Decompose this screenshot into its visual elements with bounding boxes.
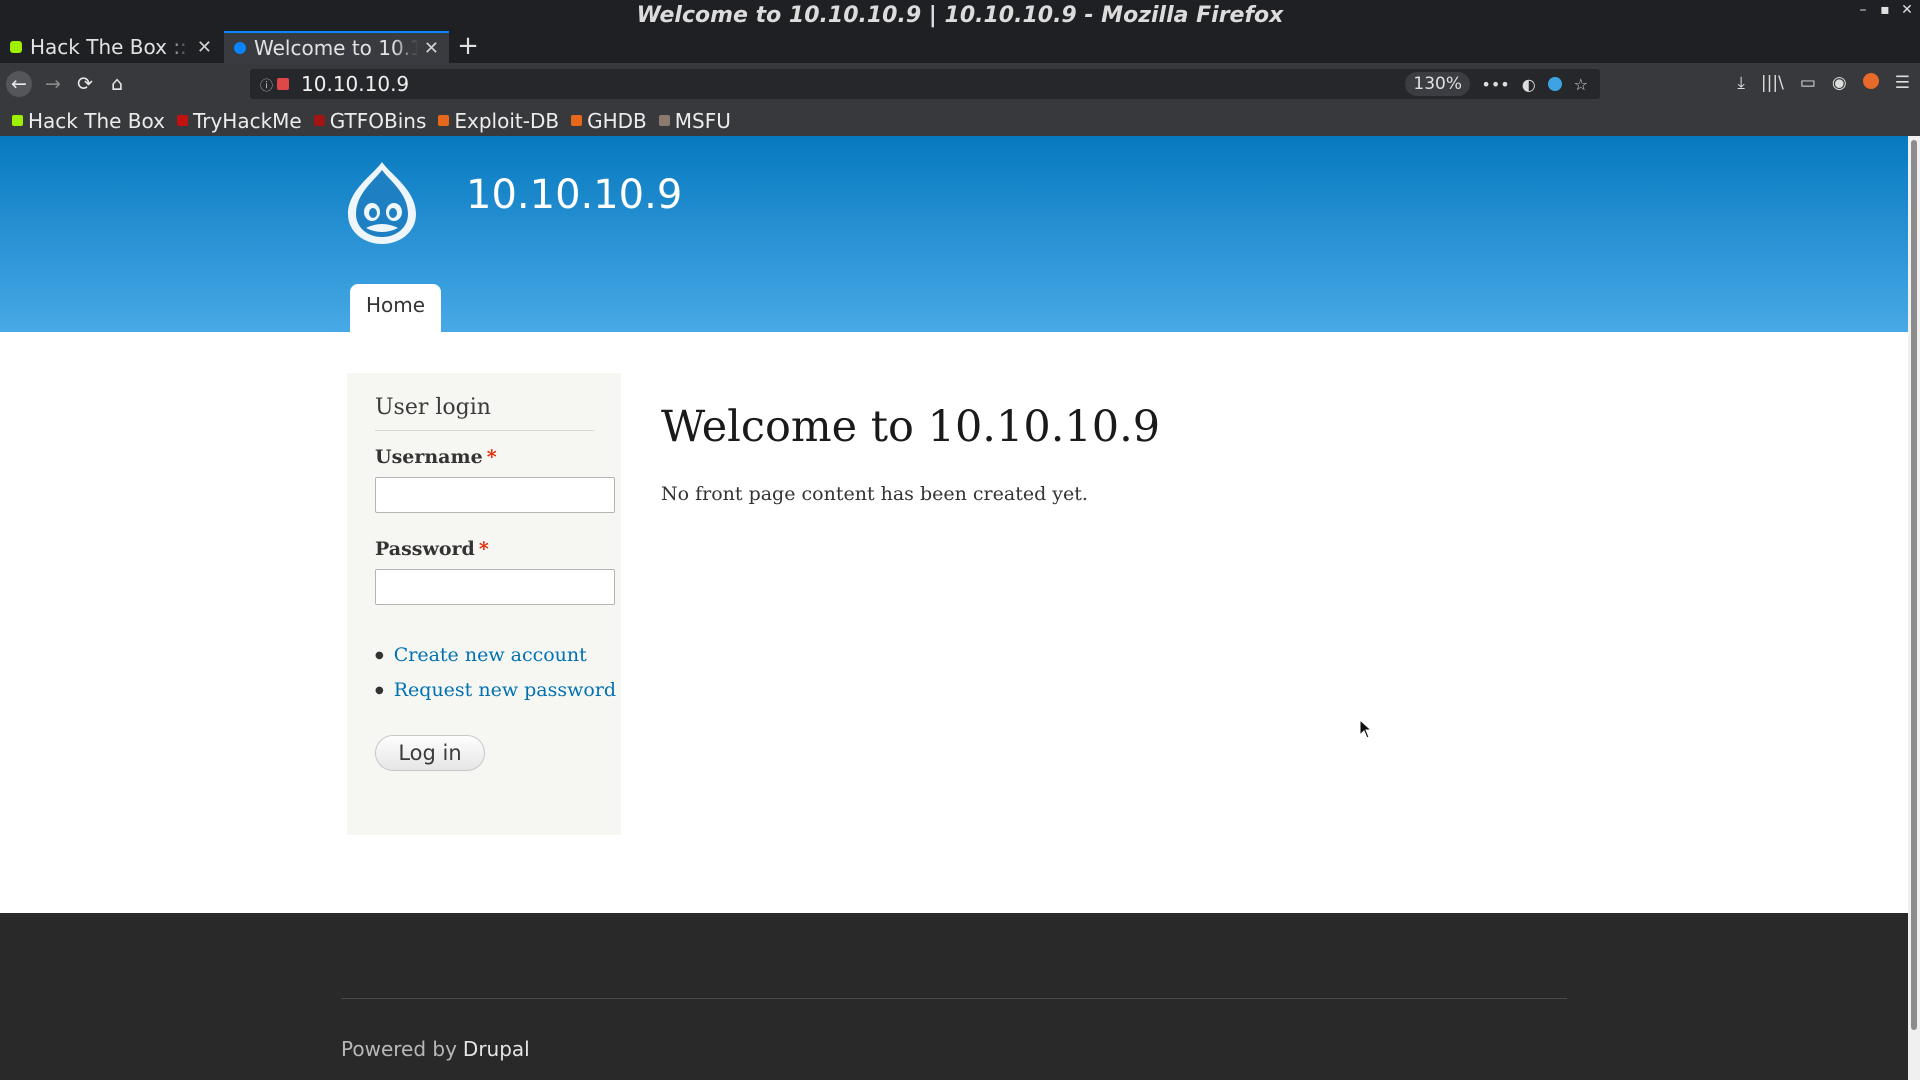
urlbar-actions: ••• ◐ ☆ xyxy=(1481,69,1588,99)
back-button[interactable]: ← xyxy=(6,71,32,97)
user-login-block: User login Username* Password* Create ne… xyxy=(347,373,621,835)
home-button[interactable]: ⌂ xyxy=(104,71,130,97)
ghdb-icon xyxy=(571,115,583,126)
link-text[interactable]: Create new account xyxy=(394,638,587,673)
bookmark-label: Exploit-DB xyxy=(454,108,560,133)
tab-strip: Hack The Box :: M ✕ Welcome to 10.1 ✕ + xyxy=(0,31,1920,63)
bookmark-exploitdb[interactable]: Exploit-DB xyxy=(438,109,559,133)
library-icon[interactable]: |||\ xyxy=(1761,73,1784,93)
page-scrollbar[interactable] xyxy=(1908,136,1920,1080)
maximize-icon[interactable]: ▪ xyxy=(1878,2,1892,18)
drupal-extension-icon[interactable] xyxy=(1547,77,1562,91)
bookmark-label: TryHackMe xyxy=(192,108,302,133)
login-links: Create new account Request new password xyxy=(375,638,616,708)
required-marker: * xyxy=(478,538,489,560)
exploitdb-icon xyxy=(438,115,450,126)
bookmark-label: Hack The Box xyxy=(28,108,165,133)
page-actions-icon[interactable]: ••• xyxy=(1481,75,1509,94)
close-tab-icon[interactable]: ✕ xyxy=(424,38,439,59)
create-account-link[interactable]: Create new account xyxy=(375,638,616,673)
htb-favicon-icon xyxy=(10,41,22,53)
bookmark-label: GHDB xyxy=(587,108,647,133)
scrollbar-thumb[interactable] xyxy=(1911,140,1917,1030)
bookmark-tryhackme[interactable]: TryHackMe xyxy=(176,108,302,133)
tab-welcome[interactable]: Welcome to 10.1 ✕ xyxy=(224,31,449,63)
window-title: Welcome to 10.10.10.9 | 10.10.10.9 - Moz… xyxy=(636,3,1284,28)
powered-by: Powered by Drupal xyxy=(341,1037,530,1061)
close-window-icon[interactable]: ✕ xyxy=(1900,2,1914,18)
window-controls: – ▪ ✕ xyxy=(1856,2,1914,18)
new-tab-button[interactable]: + xyxy=(455,31,481,63)
toolbar-icons: ⤓ |||\ ▭ ◉ ☰ xyxy=(1737,73,1910,93)
tab-label: Welcome to 10.1 xyxy=(254,36,418,60)
page-title: Welcome to 10.10.10.9 xyxy=(661,402,1161,452)
pocket-icon[interactable]: ◐ xyxy=(1522,75,1536,94)
msfu-icon xyxy=(658,115,670,126)
sidebar-icon[interactable]: ▭ xyxy=(1800,73,1816,93)
account-icon[interactable]: ◉ xyxy=(1832,73,1847,93)
tab-home[interactable]: Home xyxy=(350,284,441,332)
username-input[interactable] xyxy=(375,477,615,513)
bookmark-msfu[interactable]: MSFU xyxy=(658,108,731,133)
site-footer: Powered by Drupal xyxy=(0,913,1908,1080)
close-tab-icon[interactable]: ✕ xyxy=(197,37,212,58)
forward-button[interactable]: → xyxy=(40,71,66,97)
minimize-icon[interactable]: – xyxy=(1856,2,1870,18)
block-title: User login xyxy=(375,395,594,431)
gtfobins-icon xyxy=(313,115,325,126)
request-password-link[interactable]: Request new password xyxy=(375,673,616,708)
menu-icon[interactable]: ☰ xyxy=(1895,73,1910,93)
bookmarks-bar: Hack The Box TryHackMe GTFOBins Exploit-… xyxy=(0,105,1920,136)
password-input[interactable] xyxy=(375,569,615,605)
download-icon[interactable]: ⤓ xyxy=(1737,73,1745,93)
required-marker: * xyxy=(486,446,497,468)
mouse-cursor-icon xyxy=(1359,719,1373,739)
url-text[interactable]: 10.10.10.9 xyxy=(301,72,1405,96)
password-label-text: Password xyxy=(375,538,475,560)
site-name[interactable]: 10.10.10.9 xyxy=(466,172,682,218)
zoom-indicator[interactable]: 130% xyxy=(1405,72,1470,96)
bookmark-label: MSFU xyxy=(674,108,731,133)
powered-by-text: Powered by xyxy=(341,1037,457,1061)
bookmark-star-icon[interactable]: ☆ xyxy=(1574,75,1588,94)
foxyproxy-icon[interactable] xyxy=(1862,73,1879,89)
tab-hackthebox[interactable]: Hack The Box :: M ✕ xyxy=(0,31,222,63)
tab-label: Hack The Box :: M xyxy=(30,35,191,59)
insecure-lock-icon[interactable] xyxy=(277,78,290,90)
username-label-text: Username xyxy=(375,446,483,468)
page-viewport: 10.10.10.9 Home User login Username * Pas… xyxy=(0,136,1908,1080)
site-header: 10.10.10.9 Home xyxy=(0,136,1908,332)
username-label: Username * xyxy=(375,446,497,468)
footer-divider xyxy=(341,998,1567,999)
reload-button[interactable]: ⟳ xyxy=(72,71,98,97)
drupal-logo-icon[interactable] xyxy=(342,160,422,246)
drupal-favicon-icon xyxy=(234,42,246,54)
bookmark-ghdb[interactable]: GHDB xyxy=(571,109,647,133)
bookmark-hackthebox[interactable]: Hack The Box xyxy=(12,109,165,133)
thm-icon xyxy=(176,115,188,126)
drupal-link[interactable]: Drupal xyxy=(463,1037,530,1061)
nav-toolbar: ← → ⟳ ⌂ ⓘ 10.10.10.9 130% ••• ◐ ☆ ⤓ |||\… xyxy=(0,63,1920,105)
url-bar[interactable]: ⓘ 10.10.10.9 130% ••• ◐ ☆ xyxy=(250,69,1600,99)
window-titlebar: Welcome to 10.10.10.9 | 10.10.10.9 - Moz… xyxy=(0,0,1920,31)
htb-icon xyxy=(12,115,23,126)
link-text[interactable]: Request new password xyxy=(394,673,616,708)
bookmark-gtfobins[interactable]: GTFOBins xyxy=(313,108,427,133)
info-icon[interactable]: ⓘ xyxy=(260,75,273,94)
login-button[interactable]: Log in xyxy=(375,735,485,771)
bookmark-label: GTFOBins xyxy=(329,108,427,133)
password-label: Password * xyxy=(375,538,489,560)
page-body-text: No front page content has been created y… xyxy=(661,483,1088,505)
